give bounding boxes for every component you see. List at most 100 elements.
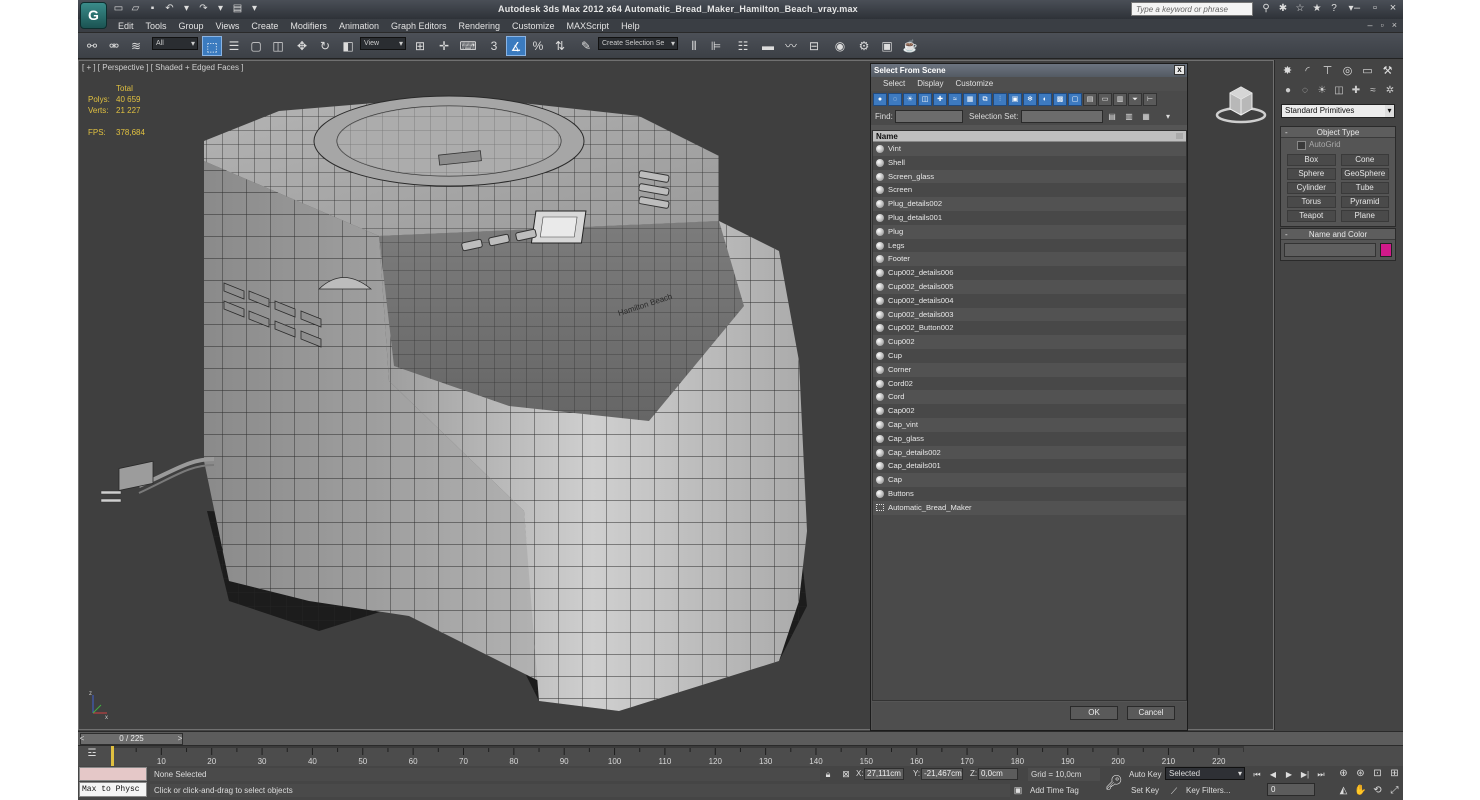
doc-close-icon[interactable]: × [1392,19,1397,32]
sphere-button[interactable]: Sphere [1287,168,1336,180]
menu-create[interactable]: Create [245,19,284,32]
auto-key-button[interactable]: Auto Key [1129,768,1165,781]
project-folder-icon[interactable]: ▤ [231,3,244,15]
selection-set-remove-icon[interactable]: ▥ [1122,110,1136,123]
menu-views[interactable]: Views [210,19,246,32]
field-of-view-icon[interactable]: ◭ [1336,783,1351,798]
unlink-icon[interactable]: ⚮ [104,36,124,56]
communication-icon[interactable]: ☆ [1294,3,1306,15]
list-item[interactable]: Screen_glass [873,169,1186,184]
dialog-menu-customize[interactable]: Customize [949,77,999,91]
render-production-icon[interactable]: ☕ [900,36,920,56]
list-item[interactable]: Cap002 [873,404,1186,418]
viewcube-icon[interactable] [1214,81,1268,125]
display-bones-icon[interactable]: ⫶ [993,93,1007,106]
next-frame-arrow-icon[interactable]: > [176,733,184,745]
display-none-icon[interactable]: ▢ [1068,93,1082,106]
prev-frame-arrow-icon[interactable]: < [78,733,86,745]
list-item[interactable]: Screen [873,183,1186,198]
mini-curve-editor-icon[interactable]: ☲ [84,748,100,762]
select-manipulate-icon[interactable]: ✛ [434,36,454,56]
maxscript-listener-input[interactable]: Max to Physc [79,782,147,797]
menu-edit[interactable]: Edit [112,19,140,32]
selection-set-add-icon[interactable]: ▤ [1105,110,1119,123]
modify-tab-icon[interactable]: ◜ [1299,63,1316,80]
object-color-swatch[interactable] [1380,243,1392,257]
default-in-out-tangent-icon[interactable]: ⟋ [1168,785,1180,797]
minimize-icon[interactable]: – [1351,2,1363,15]
current-frame-marker[interactable] [111,746,114,766]
select-scale-icon[interactable]: ◧ [338,36,358,56]
display-containers-icon[interactable]: ▣ [1008,93,1022,106]
create-tab-icon[interactable]: ✸ [1279,63,1296,80]
list-item[interactable]: Cap_glass [873,431,1186,446]
mirror-icon[interactable]: ⫴ [684,36,704,56]
list-item[interactable]: Cap_details001 [873,459,1186,474]
undo-dropdown-icon[interactable]: ▾ [180,3,193,15]
pyramid-button[interactable]: Pyramid [1340,196,1389,208]
list-item[interactable]: Shell [873,155,1186,170]
helpers-icon[interactable]: ✚ [1349,84,1363,98]
redo-dropdown-icon[interactable]: ▾ [214,3,227,15]
search-input[interactable]: Type a keyword or phrase [1131,2,1253,16]
pivot-center-icon[interactable]: ⊞ [410,36,430,56]
angle-snap-icon[interactable]: ∡ [506,36,526,56]
go-to-end-icon[interactable]: ⏭ [1314,768,1328,781]
close-icon[interactable]: × [1387,2,1399,15]
time-tag-icon[interactable]: ▣ [1012,784,1024,796]
box-button[interactable]: Box [1287,154,1336,166]
absolute-mode-icon[interactable]: ⊠ [840,768,852,780]
reference-coordinate-dropdown[interactable]: View [360,37,406,50]
render-setup-icon[interactable]: ⚙ [854,36,874,56]
object-name-field[interactable] [1284,243,1377,257]
menu-rendering[interactable]: Rendering [453,19,507,32]
menu-modifiers[interactable]: Modifiers [284,19,333,32]
named-selection-dropdown[interactable]: Create Selection Se [598,37,678,50]
utilities-tab-icon[interactable]: ⚒ [1379,63,1396,80]
list-item[interactable]: Automatic_Bread_Maker [873,500,1186,515]
time-slider-thumb[interactable]: 0 / 225 [80,733,183,745]
list-item[interactable]: Cup002_details003 [873,307,1186,322]
z-coordinate-field[interactable]: 0,0cm [978,768,1018,780]
percent-snap-icon[interactable]: % [528,36,548,56]
cancel-button[interactable]: Cancel [1127,706,1175,720]
name-column-header[interactable]: Name [873,131,1186,142]
selection-set-dropdown[interactable] [1021,110,1103,123]
keyboard-shortcut-override-icon[interactable]: ⌨ [458,36,478,56]
menu-graph-editors[interactable]: Graph Editors [385,19,453,32]
window-crossing-icon[interactable]: ◫ [268,36,288,56]
set-keys-icon[interactable]: 🔑︎ [1104,772,1124,792]
display-tab-icon[interactable]: ▭ [1359,63,1376,80]
spinner-snap-icon[interactable]: ⇅ [550,36,570,56]
track-bar[interactable]: ☲ 10 20 30 40 50 60 70 80 90 100 110 120 130 140 150 16… [78,745,1403,766]
list-item[interactable]: Plug [873,224,1186,239]
selection-set-edit-icon[interactable]: ▦ [1139,110,1153,123]
name-and-color-header[interactable]: Name and Color [1281,229,1395,240]
subscription-icon[interactable]: ✱ [1277,3,1289,15]
menu-animation[interactable]: Animation [333,19,385,32]
ok-button[interactable]: OK [1070,706,1118,720]
menu-group[interactable]: Group [173,19,210,32]
graphite-modeling-icon[interactable]: ▬ [758,36,778,56]
cylinder-button[interactable]: Cylinder [1287,182,1336,194]
plane-button[interactable]: Plane [1340,210,1389,222]
motion-tab-icon[interactable]: ◎ [1339,63,1356,80]
snaps-toggle-icon[interactable]: 3 [484,36,504,56]
list-item[interactable]: Cord [873,390,1186,405]
align-icon[interactable]: ⊫ [706,36,726,56]
orbit-icon[interactable]: ⟲ [1370,783,1385,798]
systems-icon[interactable]: ✲ [1383,84,1397,98]
display-helpers-icon[interactable]: ✚ [933,93,947,106]
zoom-icon[interactable]: ⊕ [1336,766,1351,781]
list-item[interactable]: Cup002_details004 [873,293,1186,308]
list-item[interactable]: Plug_details001 [873,210,1186,225]
display-xrefs-icon[interactable]: ⧉ [978,93,992,106]
binoculars-icon[interactable]: ⚲ [1260,3,1272,15]
list-item[interactable]: Cap [873,473,1186,487]
x-coordinate-field[interactable]: 27,111cm [864,768,904,780]
display-lights-icon[interactable]: ☀ [903,93,917,106]
current-frame-field[interactable]: 0 [1267,783,1315,796]
time-slider[interactable]: 0 / 225 < > [78,731,1403,745]
display-geometry-icon[interactable]: ● [873,93,887,106]
lights-icon[interactable]: ☀ [1315,84,1329,98]
